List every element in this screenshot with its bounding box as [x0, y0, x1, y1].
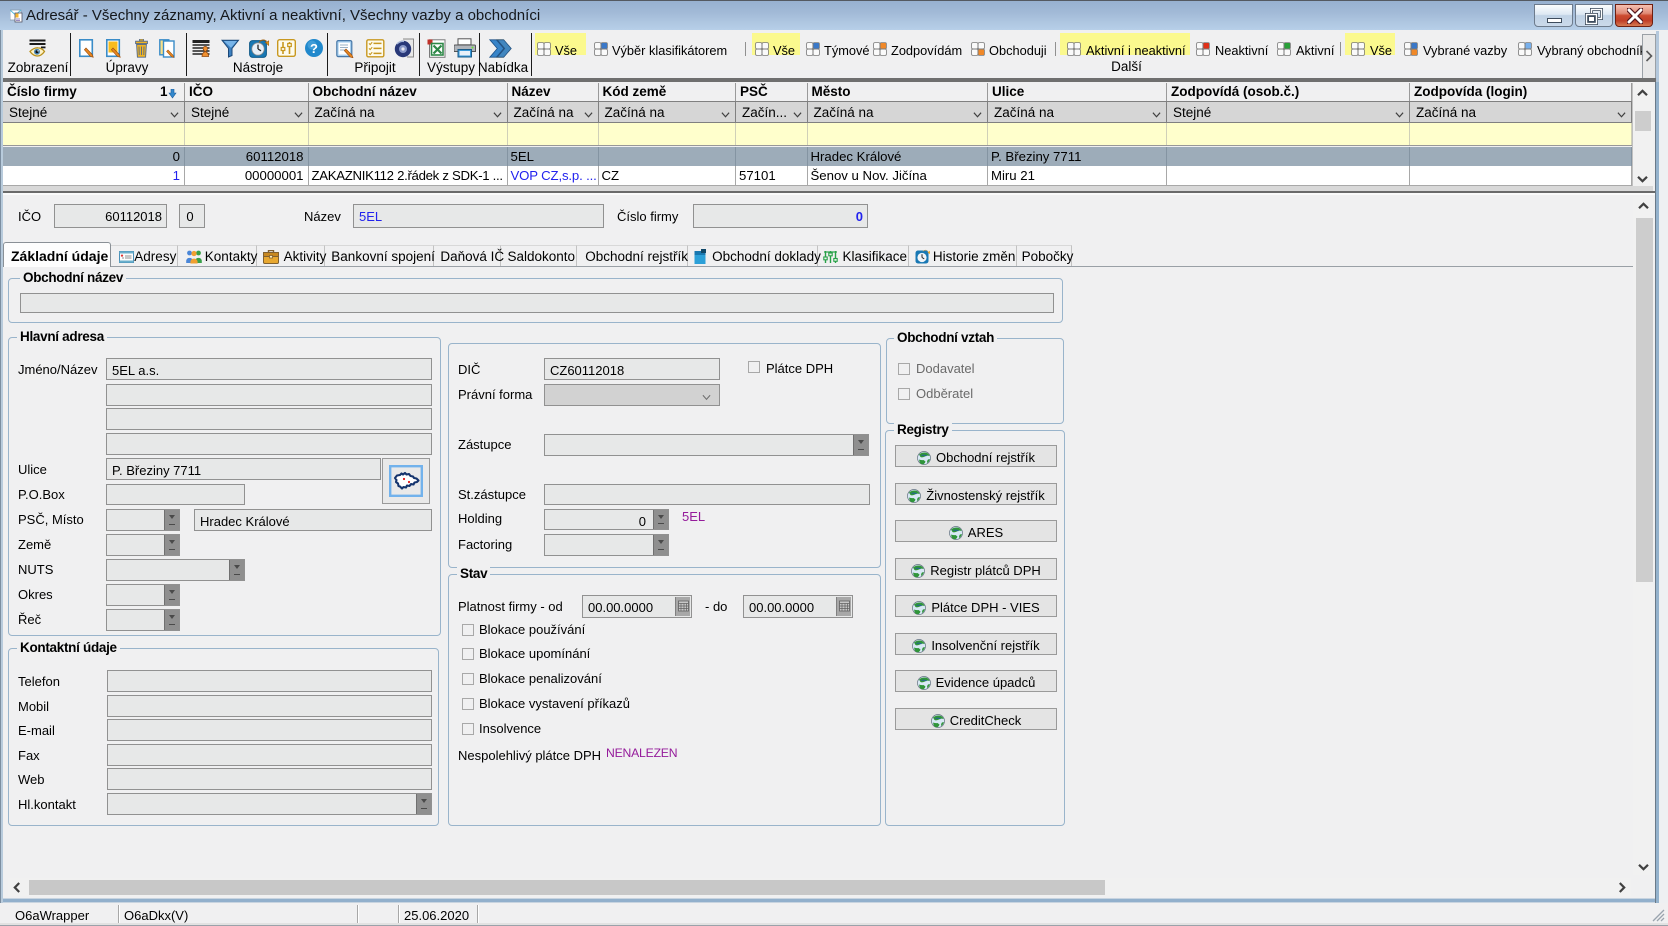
svg-text:?: ?	[310, 41, 318, 56]
